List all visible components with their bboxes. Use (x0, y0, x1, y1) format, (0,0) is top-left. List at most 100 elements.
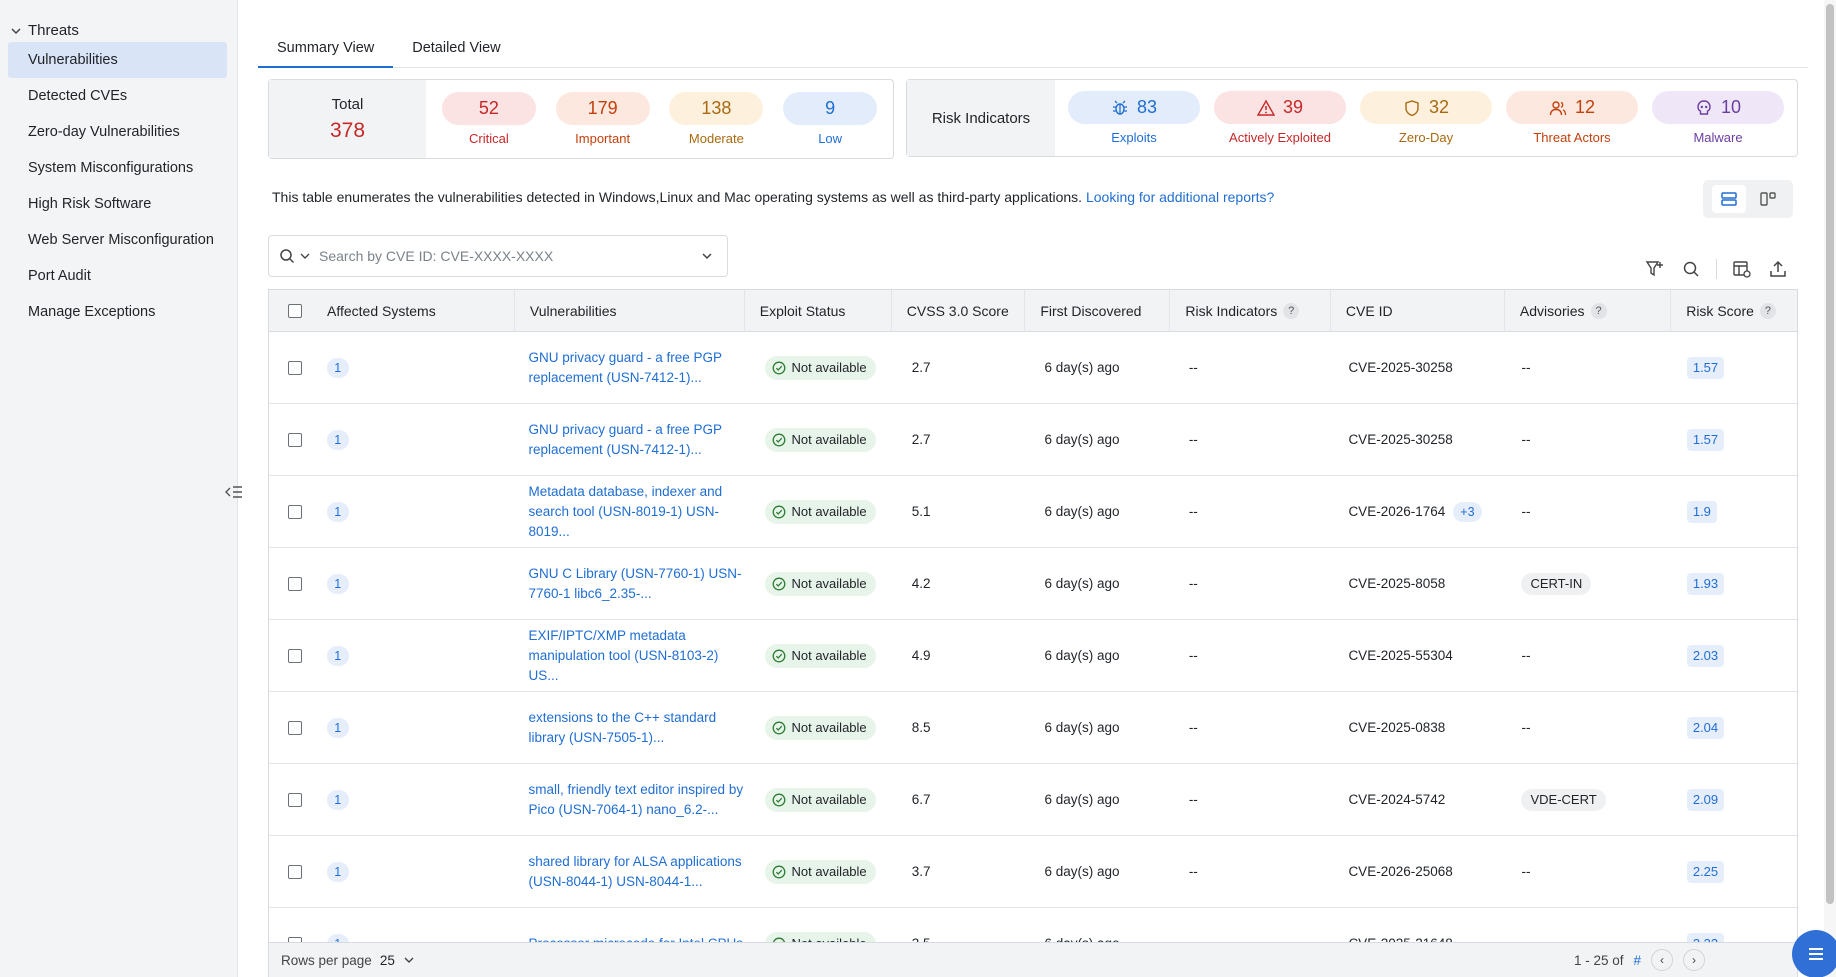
row-checkbox[interactable] (287, 864, 302, 879)
search-icon[interactable] (1680, 258, 1702, 280)
severity-moderate[interactable]: 138 Moderate (668, 92, 764, 146)
tab-detailed-view[interactable]: Detailed View (393, 30, 519, 68)
risk-count-pill: 32 (1360, 91, 1492, 124)
severity-important[interactable]: 179 Important (555, 92, 651, 146)
risk-actively-exploited[interactable]: 39 Actively Exploited (1213, 91, 1347, 145)
collapse-sidebar-icon[interactable] (224, 482, 244, 502)
table-row[interactable]: 1 GNU privacy guard - a free PGP replacem… (269, 332, 1797, 404)
sidebar-item-detected-cves[interactable]: Detected CVEs (8, 78, 227, 114)
total-count-link[interactable]: # (1633, 953, 1641, 968)
list-layout-icon[interactable] (1711, 185, 1746, 213)
filter-add-icon[interactable] (1644, 258, 1666, 280)
column-settings-icon[interactable] (1731, 258, 1753, 280)
sidebar-item-manage-exceptions[interactable]: Manage Exceptions (8, 294, 227, 330)
risk-zero-day[interactable]: 32 Zero-Day (1359, 91, 1493, 145)
table-row[interactable]: 1 extensions to the C++ standard library … (269, 692, 1797, 764)
more-cves-badge[interactable]: +3 (1453, 501, 1482, 522)
col-risk-indicators[interactable]: Risk Indicators? (1170, 290, 1331, 331)
affected-systems-count[interactable]: 1 (326, 789, 349, 810)
affected-systems-count[interactable]: 1 (326, 501, 349, 522)
export-icon[interactable] (1767, 258, 1789, 280)
vulnerability-link[interactable]: GNU privacy guard - a free PGP replaceme… (528, 348, 750, 388)
table-row[interactable]: 1 shared library for ALSA applications (U… (269, 836, 1797, 908)
first-discovered: 6 day(s) ago (1044, 792, 1120, 807)
affected-systems-count[interactable]: 1 (326, 357, 349, 378)
col-first-discovered[interactable]: First Discovered (1025, 290, 1171, 331)
col-advisories[interactable]: Advisories? (1505, 290, 1672, 331)
table-row[interactable]: 1 GNU privacy guard - a free PGP replacem… (269, 404, 1797, 476)
vulnerability-link[interactable]: Metadata database, indexer and search to… (528, 482, 750, 542)
affected-systems-count[interactable]: 1 (326, 861, 349, 882)
exploit-status-text: Not available (791, 792, 867, 807)
first-discovered: 6 day(s) ago (1044, 504, 1120, 519)
vulnerability-link[interactable]: EXIF/IPTC/XMP metadata manipulation tool… (528, 626, 750, 686)
vulnerability-link[interactable]: shared library for ALSA applications (US… (528, 852, 750, 892)
severity-critical[interactable]: 52 Critical (441, 92, 537, 146)
split-layout-icon[interactable] (1751, 185, 1785, 213)
risk-score-cell: 1.93 (1672, 548, 1797, 619)
row-checkbox[interactable] (287, 576, 302, 591)
col-cvss-score[interactable]: CVSS 3.0 Score (892, 290, 1026, 331)
row-checkbox[interactable] (287, 504, 302, 519)
row-checkbox[interactable] (287, 792, 302, 807)
sidebar-item-port-audit[interactable]: Port Audit (8, 258, 227, 294)
table-row[interactable]: 1 EXIF/IPTC/XMP metadata manipulation too… (269, 620, 1797, 692)
affected-systems-count[interactable]: 1 (326, 573, 349, 594)
search-filter-dropdown[interactable] (269, 248, 319, 264)
risk-threat-actors[interactable]: 12 Threat Actors (1505, 91, 1639, 145)
col-cve-id[interactable]: CVE ID (1331, 290, 1505, 331)
sidebar-item-vulnerabilities[interactable]: Vulnerabilities (8, 42, 227, 78)
col-exploit-status[interactable]: Exploit Status (745, 290, 892, 331)
severity-label: Low (818, 131, 843, 146)
risk-score-cell: 2.25 (1672, 836, 1797, 907)
table-row[interactable]: 1 GNU C Library (USN-7760-1) USN-7760-1 l… (269, 548, 1797, 620)
chevron-down-icon[interactable] (403, 954, 415, 966)
col-vulnerabilities[interactable]: Vulnerabilities (515, 290, 745, 331)
help-icon[interactable]: ? (1759, 302, 1776, 319)
additional-reports-link[interactable]: Looking for additional reports? (1086, 189, 1274, 205)
col-affected-systems[interactable]: Affected Systems (321, 290, 515, 331)
table-row[interactable]: 1 small, friendly text editor inspired by… (269, 764, 1797, 836)
col-risk-score[interactable]: Risk Score? (1671, 290, 1797, 331)
search-dropdown-toggle[interactable] (687, 250, 727, 262)
vulnerability-cell: GNU C Library (USN-7760-1) USN-7760-1 li… (513, 548, 750, 619)
vulnerability-link[interactable]: GNU privacy guard - a free PGP replaceme… (528, 420, 750, 460)
sidebar-group-threats[interactable]: Threats (0, 0, 237, 42)
row-checkbox[interactable] (287, 720, 302, 735)
menu-icon (1809, 948, 1823, 960)
total-block[interactable]: Total 378 (269, 80, 426, 158)
tab-summary-view[interactable]: Summary View (258, 30, 394, 68)
sidebar-item-web-server-misconfiguration[interactable]: Web Server Misconfiguration (8, 222, 227, 258)
row-checkbox[interactable] (287, 648, 302, 663)
help-icon[interactable]: ? (1283, 302, 1300, 319)
severity-label: Important (575, 131, 631, 146)
risk-score-value: 1.93 (1686, 572, 1725, 595)
search-input[interactable] (319, 248, 687, 264)
sidebar-item-high-risk-software[interactable]: High Risk Software (8, 186, 227, 222)
affected-systems-count[interactable]: 1 (326, 429, 349, 450)
risk-exploits[interactable]: 83 Exploits (1067, 91, 1201, 145)
risk-malware[interactable]: 10 Malware (1651, 91, 1785, 145)
rows-per-page-select[interactable]: 25 (380, 953, 395, 968)
row-checkbox[interactable] (287, 432, 302, 447)
vulnerability-link[interactable]: small, friendly text editor inspired by … (528, 780, 750, 820)
select-all-checkbox[interactable] (288, 303, 302, 318)
vulnerability-link[interactable]: GNU C Library (USN-7760-1) USN-7760-1 li… (528, 564, 750, 604)
severity-low[interactable]: 9 Low (782, 92, 878, 146)
sidebar-item-zero-day-vulnerabilities[interactable]: Zero-day Vulnerabilities (8, 114, 227, 150)
severity-count: 52 (441, 92, 536, 125)
table-row[interactable]: 1 Metadata database, indexer and search t… (269, 476, 1797, 548)
next-page-icon[interactable]: › (1683, 949, 1705, 971)
help-icon[interactable]: ? (1590, 302, 1607, 319)
affected-systems-count[interactable]: 1 (326, 717, 349, 738)
cvss-score-cell: 2.7 (897, 332, 1030, 403)
row-checkbox[interactable] (287, 360, 302, 375)
sidebar-item-system-misconfigurations[interactable]: System Misconfigurations (8, 150, 227, 186)
page-scrollbar[interactable] (1824, 0, 1836, 977)
affected-systems-count[interactable]: 1 (326, 645, 349, 666)
scrollbar-thumb[interactable] (1826, 4, 1834, 904)
help-menu-button[interactable] (1792, 930, 1836, 977)
prev-page-icon[interactable]: ‹ (1651, 949, 1673, 971)
vulnerability-link[interactable]: extensions to the C++ standard library (… (528, 708, 750, 748)
risk-indicators-value: -- (1188, 720, 1198, 735)
